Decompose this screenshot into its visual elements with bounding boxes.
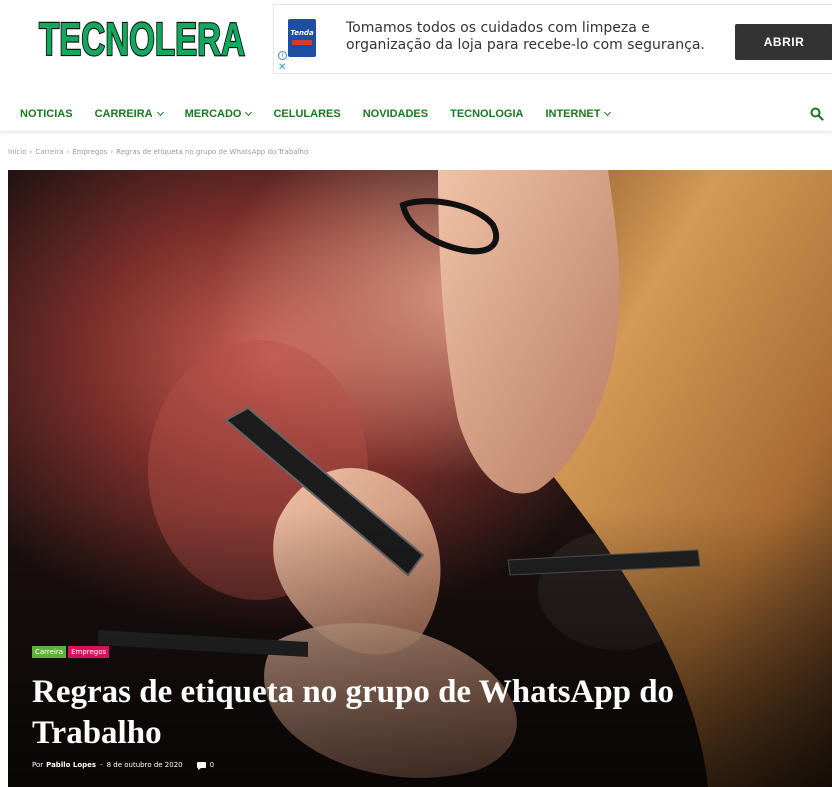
site-logo[interactable]: TECNOLERA	[36, 14, 248, 62]
main-nav: NOTICIAS CARREIRA MERCADO CELULARES NOVI…	[0, 100, 832, 132]
article-tags: Carreira Empregos	[32, 646, 111, 658]
nav-item-mercado[interactable]: MERCADO	[185, 108, 253, 120]
info-icon[interactable]: i	[278, 51, 287, 60]
article-meta: Por Pabllo Lopes - 8 de outubro de 2020 …	[32, 761, 214, 770]
breadcrumb-current: Regras de etiqueta no grupo de WhatsApp …	[116, 148, 309, 156]
tag-carreira[interactable]: Carreira	[32, 646, 67, 658]
article-title: Regras de etiqueta no grupo de WhatsApp …	[32, 674, 675, 751]
byline-prefix: Por	[32, 761, 44, 769]
meta-separator: -	[100, 761, 103, 769]
chevron-down-icon	[604, 108, 612, 117]
breadcrumb: Início › Carreira › Empregos › Regras de etiqu…	[8, 148, 309, 156]
nav-item-carreira[interactable]: CARREIRA	[95, 108, 164, 120]
ad-text: Tomamos todos os cuidados com limpeza e …	[346, 20, 705, 53]
logo-wordmark: TECNOLERA	[38, 14, 246, 62]
comment-icon[interactable]	[196, 762, 206, 770]
ad-brand-logo: Tenda	[288, 19, 316, 57]
close-icon[interactable]: ✕	[278, 63, 286, 73]
article-date: 8 de outubro de 2020	[106, 761, 183, 769]
breadcrumb-home[interactable]: Início	[8, 148, 27, 156]
logo-text: TECNOLERA	[39, 14, 245, 62]
nav-item-celulares[interactable]: CELULARES	[273, 108, 340, 120]
nav-item-noticias[interactable]: NOTICIAS	[20, 108, 73, 120]
article-hero: Carreira Empregos Regras de etiqueta no …	[8, 170, 832, 787]
nav-item-novidades[interactable]: NOVIDADES	[363, 108, 428, 120]
chevron-down-icon	[245, 108, 253, 117]
site-header: TECNOLERA Tenda i ✕ Tomamos todos os cui…	[0, 0, 832, 92]
nav-list: NOTICIAS CARREIRA MERCADO CELULARES NOVI…	[20, 108, 632, 120]
author-link[interactable]: Pabllo Lopes	[46, 761, 96, 769]
chevron-down-icon	[156, 108, 164, 117]
nav-item-internet[interactable]: INTERNET	[545, 108, 612, 120]
breadcrumb-carreira[interactable]: Carreira	[35, 148, 63, 156]
nav-item-tecnologia[interactable]: TECNOLOGIA	[450, 108, 523, 120]
tag-empregos[interactable]: Empregos	[68, 646, 110, 658]
ad-open-button[interactable]: ABRIR	[735, 24, 832, 60]
breadcrumb-empregos[interactable]: Empregos	[72, 148, 107, 156]
search-icon[interactable]	[810, 107, 824, 121]
ad-brand-label: Tenda	[290, 29, 314, 37]
ad-banner[interactable]: Tenda i ✕ Tomamos todos os cuidados com …	[273, 4, 832, 74]
comment-count[interactable]: 0	[210, 761, 214, 769]
